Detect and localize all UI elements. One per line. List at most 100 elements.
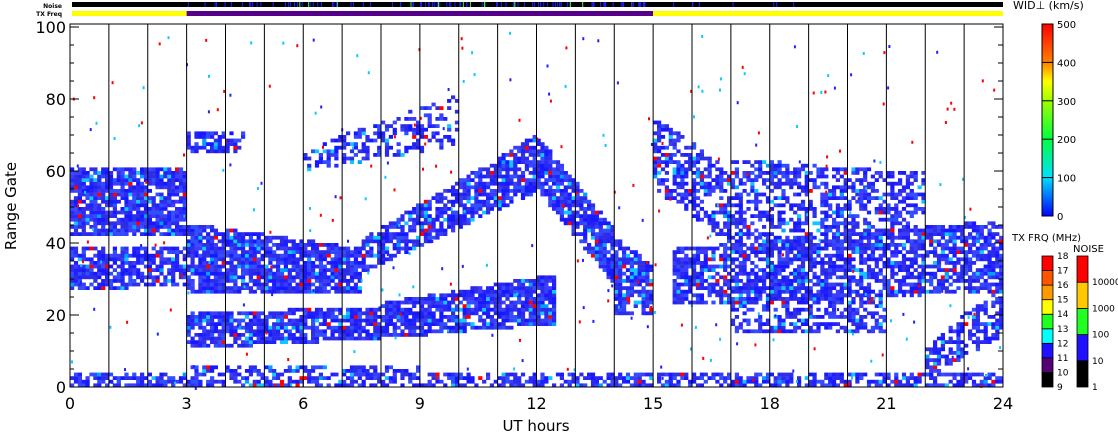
data-cell — [905, 210, 910, 215]
data-cell — [427, 297, 432, 301]
data-cell — [287, 275, 292, 280]
data-cell — [210, 376, 215, 380]
data-cell — [703, 167, 708, 172]
data-cell — [392, 131, 397, 136]
data-cell — [602, 235, 607, 240]
data-cell — [175, 232, 180, 236]
data-cell — [723, 282, 728, 287]
data-cell — [85, 189, 90, 193]
data-cell — [738, 228, 743, 233]
data-cell — [116, 232, 121, 236]
data-cell — [89, 275, 94, 280]
data-cell — [314, 279, 320, 283]
data-cell — [431, 329, 436, 334]
data-cell — [913, 376, 918, 380]
data-cell — [684, 289, 689, 294]
data-cell — [544, 318, 549, 323]
data-cell — [439, 379, 444, 384]
data-cell — [715, 282, 720, 287]
data-cell — [447, 106, 452, 110]
data-cell — [555, 185, 561, 190]
data-cell — [855, 225, 860, 229]
data-cell — [311, 239, 316, 244]
data-cell — [672, 289, 677, 294]
data-cell — [890, 232, 895, 236]
data-cell — [789, 185, 794, 190]
data-cell — [365, 235, 370, 240]
data-cell — [878, 228, 883, 233]
data-cell — [202, 131, 207, 136]
data-cell — [330, 271, 335, 276]
data-cell — [151, 275, 156, 280]
data-cell — [664, 178, 669, 182]
data-cell — [505, 181, 510, 186]
data-cell — [198, 225, 203, 229]
data-cell — [699, 156, 704, 161]
data-cell — [287, 311, 292, 316]
data-cell — [905, 221, 910, 226]
data-cell — [244, 336, 250, 341]
data-cell — [93, 185, 98, 190]
data-cell — [276, 235, 281, 240]
data-cell — [307, 239, 312, 244]
data-cell — [132, 196, 137, 200]
data-cell — [89, 207, 94, 211]
data-cell — [917, 228, 922, 233]
data-cell — [435, 322, 440, 326]
data-cell — [388, 124, 393, 128]
data-cell — [120, 225, 125, 229]
data-cell — [742, 217, 747, 222]
data-cell — [241, 246, 246, 251]
data-cell — [108, 264, 114, 269]
data-cell — [672, 250, 677, 254]
data-cell — [839, 196, 844, 200]
data-cell — [657, 178, 662, 182]
data-cell — [789, 228, 794, 233]
data-cell — [303, 315, 308, 319]
data-cell — [381, 120, 386, 125]
data-cell — [342, 372, 347, 377]
data-cell — [101, 282, 106, 287]
data-cell — [353, 365, 358, 370]
data-cell — [70, 214, 75, 218]
data-cell — [835, 221, 840, 226]
data-cell — [443, 135, 448, 139]
data-cell — [964, 372, 969, 377]
data-cell — [124, 203, 129, 208]
data-cell — [132, 185, 137, 190]
data-cell — [668, 192, 673, 197]
data-cell — [210, 329, 215, 334]
data-cell — [839, 214, 844, 218]
data-cell — [695, 376, 701, 380]
data-cell — [140, 174, 145, 179]
data-cell — [501, 379, 506, 384]
data-cell — [268, 235, 273, 240]
data-cell — [369, 138, 374, 143]
data-cell — [536, 286, 541, 290]
data-cell — [482, 379, 487, 384]
data-cell — [303, 336, 308, 341]
data-cell — [544, 286, 549, 290]
data-cell — [272, 282, 277, 287]
data-cell — [832, 185, 837, 190]
data-cell — [909, 214, 914, 218]
data-cell — [272, 325, 277, 330]
data-cell — [244, 264, 250, 269]
data-cell — [283, 250, 288, 254]
data-cell — [618, 239, 623, 244]
data-cell — [513, 279, 518, 283]
data-cell — [85, 275, 90, 280]
data-cell — [746, 178, 751, 182]
data-cell — [206, 343, 211, 348]
data-cell — [392, 225, 397, 229]
data-cell — [89, 189, 94, 193]
data-cell — [276, 253, 281, 258]
data-cell — [785, 376, 790, 380]
data-cell — [186, 253, 191, 258]
data-cell — [909, 210, 914, 215]
data-cell — [252, 239, 257, 244]
data-cell — [614, 282, 619, 287]
data-cell — [225, 286, 230, 290]
data-cell — [186, 243, 191, 247]
data-cell — [777, 167, 782, 172]
